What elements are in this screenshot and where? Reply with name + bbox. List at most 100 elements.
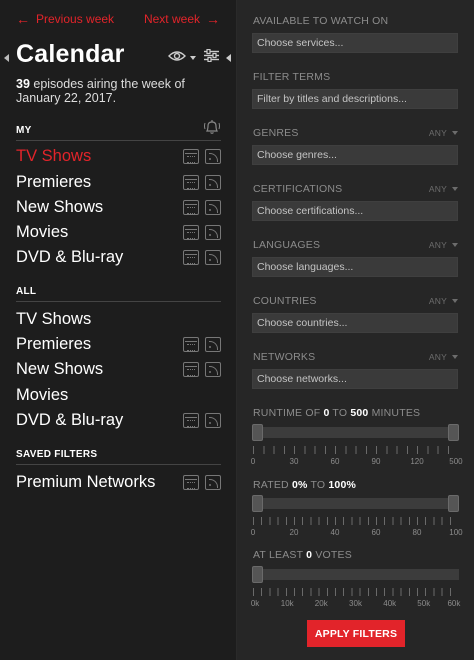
rated-min-value: 0% xyxy=(291,479,308,491)
calendar-icon[interactable] xyxy=(183,199,199,215)
rss-icon[interactable] xyxy=(205,249,221,265)
rss-icon[interactable] xyxy=(205,336,221,352)
runtime-tick-labels: 0 30 60 90 120 500 xyxy=(251,457,463,467)
rated-min-handle[interactable] xyxy=(252,495,263,512)
arrow-left-icon: ← xyxy=(16,11,30,27)
calendar-icon[interactable] xyxy=(183,224,199,240)
menu-item-label: Premieres xyxy=(16,172,92,191)
runtime-min-handle[interactable] xyxy=(252,424,263,441)
networks-label-text: NETWORKS xyxy=(253,351,316,363)
section-title-all: ALL xyxy=(16,286,37,297)
calendar-icon[interactable] xyxy=(183,174,199,190)
genres-input[interactable] xyxy=(252,145,458,165)
rss-icon[interactable] xyxy=(205,224,221,240)
certifications-input[interactable] xyxy=(252,201,458,221)
tick-label: 60 xyxy=(330,457,340,466)
filter-terms-label: FILTER TERMS xyxy=(253,71,458,83)
chevron-down-icon xyxy=(452,243,458,247)
networks-input[interactable] xyxy=(252,369,458,389)
genres-label: GENRES ANY xyxy=(253,127,458,139)
bell-icon[interactable] xyxy=(203,119,221,138)
calendar-icon[interactable] xyxy=(183,249,199,265)
votes-tick-labels: 0k 10k 20k 30k 40k 50k 60k xyxy=(251,599,461,609)
any-label: ANY xyxy=(428,240,447,250)
chevron-down-icon[interactable] xyxy=(190,56,196,60)
collapse-filters-icon[interactable] xyxy=(226,54,231,62)
rss-icon[interactable] xyxy=(205,412,221,428)
countries-input[interactable] xyxy=(252,313,458,333)
rss-icon[interactable] xyxy=(205,174,221,190)
genres-any-dropdown[interactable]: ANY xyxy=(429,128,458,138)
calendar-icon[interactable] xyxy=(183,148,199,164)
next-week-link[interactable]: Next week → xyxy=(144,11,220,27)
runtime-prefix: RUNTIME OF xyxy=(253,407,324,419)
section-title-saved-filters: SAVED FILTERS xyxy=(16,449,98,460)
menu-item-label: DVD & Blu-ray xyxy=(16,247,124,266)
votes-ticks xyxy=(253,588,458,596)
menu-item-all-new-shows[interactable]: New Shows xyxy=(16,358,221,380)
networks-any-dropdown[interactable]: ANY xyxy=(429,352,458,362)
runtime-suffix: MINUTES xyxy=(368,407,421,419)
chevron-down-icon xyxy=(452,355,458,359)
menu-item-all-tv-shows[interactable]: TV Shows xyxy=(16,308,221,330)
calendar-icon[interactable] xyxy=(183,474,199,490)
services-input[interactable] xyxy=(252,33,458,53)
menu-item-label: New Shows xyxy=(16,197,104,216)
runtime-max-handle[interactable] xyxy=(448,424,459,441)
available-label: AVAILABLE TO WATCH ON xyxy=(253,15,458,27)
languages-any-dropdown[interactable]: ANY xyxy=(429,240,458,250)
certifications-label: CERTIFICATIONS ANY xyxy=(253,183,458,195)
calendar-icon[interactable] xyxy=(183,361,199,377)
menu-item-my-dvd-bluray[interactable]: DVD & Blu-ray xyxy=(16,246,221,268)
menu-item-all-premieres[interactable]: Premieres xyxy=(16,333,221,355)
rss-icon[interactable] xyxy=(205,361,221,377)
section-heading-my: MY xyxy=(16,120,221,141)
menu-item-my-movies[interactable]: Movies xyxy=(16,221,221,243)
menu-item-my-premieres[interactable]: Premieres xyxy=(16,171,221,193)
filters-panel: AVAILABLE TO WATCH ON FILTER TERMS GENRE… xyxy=(237,0,474,660)
next-week-label: Next week xyxy=(143,12,200,26)
menu-item-label: New Shows xyxy=(16,359,104,378)
votes-suffix: VOTES xyxy=(312,549,352,561)
menu-item-premium-networks[interactable]: Premium Networks xyxy=(16,471,221,493)
chevron-down-icon xyxy=(452,131,458,135)
rss-icon[interactable] xyxy=(205,474,221,490)
rated-slider[interactable] xyxy=(252,495,459,512)
tick-label: 30 xyxy=(289,457,299,466)
tick-label: 100 xyxy=(449,528,463,537)
collapse-left-icon[interactable] xyxy=(4,54,9,62)
menu-item-label: Movies xyxy=(16,222,69,241)
runtime-slider[interactable] xyxy=(252,424,459,441)
filter-terms-input[interactable] xyxy=(252,89,458,109)
runtime-label: RUNTIME OF 0 TO 500 MINUTES xyxy=(253,407,420,419)
rated-max-handle[interactable] xyxy=(448,495,459,512)
countries-label: COUNTRIES ANY xyxy=(253,295,458,307)
any-label: ANY xyxy=(428,296,447,306)
countries-any-dropdown[interactable]: ANY xyxy=(429,296,458,306)
previous-week-link[interactable]: ← Previous week xyxy=(16,11,114,27)
tick-label: 30k xyxy=(349,599,362,608)
tick-label: 50k xyxy=(417,599,431,608)
episode-summary: 39 episodes airing the week of January 2… xyxy=(16,77,216,105)
eye-icon[interactable] xyxy=(168,49,186,67)
votes-handle[interactable] xyxy=(252,566,263,583)
menu-item-all-dvd-bluray[interactable]: DVD & Blu-ray xyxy=(16,409,221,431)
votes-slider[interactable] xyxy=(252,566,459,583)
apply-filters-button[interactable]: APPLY FILTERS xyxy=(307,620,405,647)
tick-label: 40 xyxy=(330,528,340,537)
arrow-right-icon: → xyxy=(206,11,220,27)
sliders-icon[interactable] xyxy=(204,48,219,67)
tick-label: 120 xyxy=(410,457,424,466)
rss-icon[interactable] xyxy=(205,199,221,215)
rss-icon[interactable] xyxy=(205,148,221,164)
languages-input[interactable] xyxy=(252,257,458,277)
certifications-any-dropdown[interactable]: ANY xyxy=(429,184,458,194)
calendar-icon[interactable] xyxy=(183,336,199,352)
votes-prefix: AT LEAST xyxy=(253,549,307,561)
menu-item-my-new-shows[interactable]: New Shows xyxy=(16,196,221,218)
calendar-icon[interactable] xyxy=(183,412,199,428)
menu-item-my-tv-shows[interactable]: TV Shows xyxy=(16,145,221,167)
tick-label: 10k xyxy=(280,599,294,608)
menu-item-all-movies[interactable]: Movies xyxy=(16,384,221,406)
menu-item-label: Premieres xyxy=(16,334,92,353)
